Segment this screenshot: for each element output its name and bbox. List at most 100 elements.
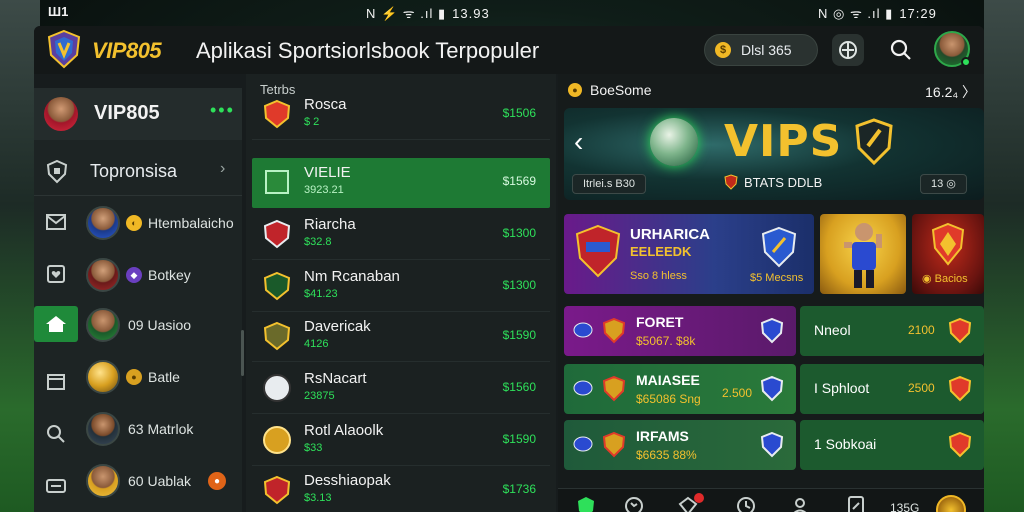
match-subtitle: 3923.21 (304, 184, 344, 196)
notification-badge: ● (208, 472, 226, 490)
match-row[interactable]: Rotl Alaoolk $33 $1590 (252, 416, 550, 466)
sidebar: VIP805 ••• Topronsisa › ◐ Htembalaicho ◆… (34, 88, 244, 512)
match-row[interactable]: RsNacart 23875 $1560 (252, 364, 550, 414)
match-row[interactable]: Riarcha $32.8 $1300 (252, 210, 550, 260)
wallet-coin-icon[interactable] (936, 495, 966, 512)
brand-logo-icon[interactable] (46, 29, 82, 69)
nav-clock-icon[interactable] (726, 495, 766, 512)
bet-title: IRFAMS (636, 428, 689, 444)
bet-row: MAIASEE $65086 Sng 2.500 I Sphloot 2500 (564, 364, 984, 414)
chevron-left-icon[interactable]: ‹ (574, 126, 583, 158)
player-label: 09 Uasioo (128, 317, 192, 333)
promo-title: URHARICA (630, 226, 710, 243)
diamond-icon: ◆ (126, 267, 142, 283)
sidebar-item-promotions[interactable]: Topronsisa › (34, 146, 242, 196)
status-mid-time: 13.93 (452, 6, 490, 21)
sports-icon[interactable] (832, 34, 864, 66)
match-subtitle: $3.13 (304, 492, 332, 504)
nav-notifications-icon[interactable] (668, 493, 708, 512)
top-bar: VIP805 Aplikasi Sportsiorlsbook Terpopul… (34, 26, 984, 74)
bet-odds-card[interactable]: I Sphloot 2500 (800, 364, 984, 414)
bet-card[interactable]: FORET $5067. $8k (564, 306, 796, 356)
bet-subtitle: $65086 Sng (636, 392, 701, 406)
featured-header-value[interactable]: 16.2₄ 〉 (925, 82, 976, 102)
match-value: $1560 (502, 380, 536, 394)
team-badge-icon (573, 436, 593, 452)
match-row[interactable]: Desshiaopak $3.13 $1736 (252, 466, 550, 512)
club-crest-icon (760, 376, 784, 402)
sidebar-item-player-5[interactable]: 63 Matrlok (84, 408, 240, 452)
nav-profile-icon[interactable] (780, 495, 820, 512)
promo-card-main[interactable]: URHARICA EELEEDK Sso 8 hless $5 Mecsns (564, 214, 814, 294)
hero-pill-left[interactable]: Itrlei.s B30 (572, 174, 646, 194)
match-row[interactable]: Davericak 4126 $1590 (252, 312, 550, 362)
home-icon[interactable] (34, 306, 78, 342)
match-title: RsNacart (304, 370, 367, 387)
match-title: Rotl Alaoolk (304, 422, 384, 439)
coin-icon: ● (126, 369, 142, 385)
mail-icon[interactable] (34, 204, 78, 240)
nav-home-icon[interactable] (566, 495, 606, 512)
match-value: $1300 (502, 278, 536, 292)
sidebar-item-player-4[interactable]: ● Batle (84, 356, 240, 400)
club-crest-icon (760, 318, 784, 344)
match-value: $1590 (502, 328, 536, 342)
club-crest-icon (263, 321, 291, 351)
player-avatar (86, 412, 120, 446)
promo-card-crest[interactable]: ◉ Bacios (912, 214, 984, 294)
bet-title: FORET (636, 314, 684, 330)
club-crest-icon (602, 318, 626, 344)
bet-subtitle: $6635 88% (636, 448, 697, 462)
sidebar-user-card[interactable]: VIP805 ••• (34, 88, 242, 140)
ball-icon (86, 360, 120, 394)
window-icon[interactable] (34, 364, 78, 400)
bet-odds-card[interactable]: Nneol 2100 (800, 306, 984, 356)
club-crest-icon (574, 224, 622, 283)
club-crest-icon (948, 432, 972, 458)
more-options-icon[interactable]: ••• (210, 100, 235, 121)
sidebar-promo-label: Topronsisa (90, 161, 178, 181)
match-row[interactable]: Nm Rcanaban $41.23 $1300 (252, 262, 550, 312)
featured-header-label: BoeSome (590, 82, 652, 98)
player-label: Botkey (148, 267, 191, 283)
match-title: Riarcha (304, 216, 356, 233)
search-icon[interactable] (885, 34, 917, 66)
sidebar-item-player-6[interactable]: 60 Uablak ● (84, 460, 240, 504)
bet-odds-card[interactable]: 1 Sobkoai (800, 420, 984, 470)
ticket-icon[interactable] (34, 468, 78, 504)
player-label: 63 Matrlok (128, 421, 194, 437)
bet-card[interactable]: MAIASEE $65086 Sng 2.500 (564, 364, 796, 414)
sidebar-user-name: VIP805 (94, 102, 160, 124)
player-avatar (86, 206, 120, 240)
nav-slip-icon[interactable] (836, 495, 876, 512)
promo-card-player[interactable] (820, 214, 906, 294)
match-row[interactable]: Rosca $ 2 $1506 (252, 90, 550, 140)
hero-banner[interactable]: ‹ VIPS Itrlei.s B30 BTATS DDLB 13 ◎ (564, 108, 984, 200)
search-icon-sidebar[interactable] (34, 416, 78, 452)
bet-market-label: I Sphloot (814, 380, 870, 396)
sidebar-scrollbar[interactable] (241, 330, 244, 376)
match-title: Nm Rcanaban (304, 268, 400, 285)
hero-pill-right[interactable]: 13 ◎ (920, 174, 967, 194)
match-list-panel: Tetrbs Rosca $ 2 $1506 VIELIE 3923.21 $1569 Ri… (246, 74, 556, 512)
sidebar-item-player-2[interactable]: ◆ Botkey (84, 254, 240, 298)
match-title: Desshiaopak (304, 472, 391, 489)
balance-value: Dlsl 365 (741, 42, 792, 58)
balance-pill[interactable]: $ Dlsl 365 (704, 34, 818, 66)
match-row[interactable]: VIELIE 3923.21 $1569 (252, 158, 550, 208)
favorites-icon[interactable] (34, 256, 78, 292)
team-badge-icon (573, 380, 593, 396)
bet-card[interactable]: IRFAMS $6635 88% (564, 420, 796, 470)
status-right: N ◎ ᯤ .ıl ▮ 17:29 (818, 4, 937, 22)
match-value: $1569 (502, 174, 536, 188)
match-value: $1506 (502, 106, 536, 120)
coin-icon: ◐ (126, 215, 142, 231)
promo-odds: $5 Mecsns (750, 272, 804, 284)
sidebar-item-player-3[interactable]: 09 Uasioo (84, 304, 240, 348)
sidebar-item-player-1[interactable]: ◐ Htembalaicho (84, 202, 240, 246)
nav-live-icon[interactable] (614, 495, 654, 512)
promo-subtitle: EELEEDK (630, 244, 692, 259)
match-subtitle: $ 2 (304, 116, 320, 128)
status-left: Ш1 (48, 4, 69, 19)
player-label: Batle (148, 369, 180, 385)
